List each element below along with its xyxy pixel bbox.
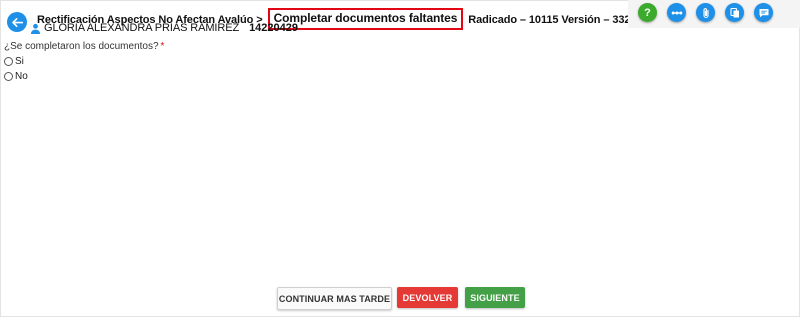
- user-id: 14220429: [249, 22, 299, 34]
- arrow-left-icon: [11, 17, 23, 27]
- documents-button[interactable]: [725, 3, 744, 22]
- paperclip-icon: [702, 7, 709, 18]
- help-button[interactable]: ?: [638, 3, 657, 22]
- question-label: ¿Se completaron los documentos? *: [4, 41, 164, 52]
- radio-si[interactable]: [4, 57, 13, 66]
- chat-icon: [759, 8, 768, 17]
- user-info: GLORIA ALEXANDRA PRIAS RAMIREZ 14220429: [30, 22, 298, 34]
- option-si[interactable]: Si: [4, 56, 24, 67]
- question-text: ¿Se completaron los documentos?: [4, 41, 159, 52]
- copy-icon: [729, 7, 739, 17]
- question-icon: ?: [644, 6, 651, 19]
- radio-no[interactable]: [4, 72, 13, 81]
- option-no[interactable]: No: [4, 71, 28, 82]
- back-button[interactable]: [7, 12, 27, 32]
- option-no-label: No: [15, 71, 28, 82]
- user-name: GLORIA ALEXANDRA PRIAS RAMIREZ: [44, 22, 240, 34]
- next-button[interactable]: SIGUIENTE: [465, 287, 525, 308]
- toolbar: ?: [628, 0, 800, 28]
- more-button[interactable]: [667, 3, 686, 22]
- user-icon: [30, 23, 41, 34]
- return-button[interactable]: DEVOLVER: [397, 287, 458, 308]
- attachments-button[interactable]: [696, 3, 715, 22]
- required-mark: *: [160, 41, 165, 52]
- option-si-label: Si: [15, 56, 24, 67]
- radicado-info: Radicado – 10115 Versión – 33263: [468, 14, 643, 26]
- continue-later-button[interactable]: CONTINUAR MAS TARDE: [277, 287, 392, 310]
- ellipsis-icon: [671, 11, 682, 14]
- comments-button[interactable]: [754, 3, 773, 22]
